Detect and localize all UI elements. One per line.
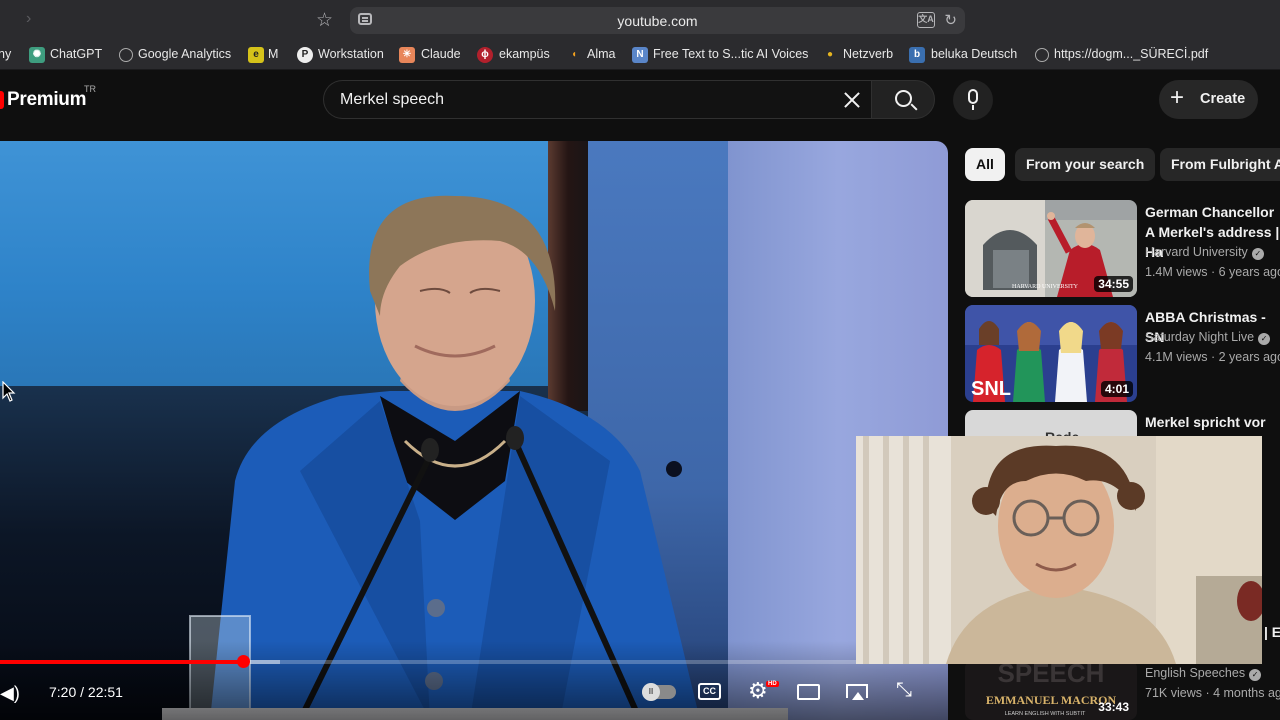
channel-name-text[interactable]: Harvard University [1145, 245, 1248, 259]
plus-icon: + [1170, 84, 1185, 111]
region-code: TR [84, 84, 96, 94]
bookmark-item[interactable]: Alma [587, 47, 615, 61]
bookmark-item[interactable]: Claude [421, 47, 461, 61]
airplay-icon[interactable] [846, 684, 868, 700]
search-input[interactable]: Merkel speech [323, 80, 871, 119]
workstation-icon: P [297, 47, 313, 63]
progress-played [0, 660, 244, 664]
microphone-icon [968, 89, 978, 104]
browser-toolbar: › ☆ youtube.com 文A ↻ [0, 0, 1280, 40]
bookmark-item[interactable]: ekampüs [499, 47, 550, 61]
controls-gradient [0, 641, 948, 720]
captions-icon[interactable]: CC [698, 683, 721, 700]
thumbnail-caption: HARVARD UNIVERSITY [1012, 284, 1079, 290]
video-duration: 34:55 [1094, 276, 1133, 292]
youtube-logo-icon[interactable] [0, 91, 4, 109]
voice-search-button[interactable] [953, 80, 993, 120]
webcam-feed [856, 436, 1262, 664]
channel-name[interactable]: Harvard University ✓ [1145, 245, 1264, 260]
chip-from-fulbright[interactable]: From Fulbright A [1160, 148, 1280, 181]
thumbnail-subcaption: LEARN ENGLISH WITH SUBTIT [1005, 711, 1086, 717]
search-query[interactable]: Merkel speech [340, 91, 444, 109]
bookmark-item[interactable]: https://dogm..._SÜRECİ.pdf [1054, 47, 1208, 61]
forward-icon[interactable]: › [26, 10, 31, 28]
bookmark-item[interactable]: Free Text to S...tic AI Voices [653, 47, 808, 61]
beluka-icon: b [909, 47, 925, 63]
video-thumbnail[interactable]: SPEECH EMMANUEL MACRON LEARN ENGLISH WIT… [965, 660, 1137, 720]
video-duration: 4:01 [1100, 381, 1133, 397]
alma-icon: ◖ [570, 49, 578, 60]
bookmark-item[interactable]: ChatGPT [50, 47, 102, 61]
channel-name[interactable]: English Speeches ✓ [1145, 666, 1262, 681]
channel-name-text[interactable]: Saturday Night Live [1145, 330, 1254, 344]
webcam-overlay [856, 436, 1262, 664]
channel-name-text[interactable]: English Speeches [1145, 666, 1245, 680]
channel-name[interactable]: Saturday Night Live ✓ [1145, 330, 1271, 345]
ekampus-icon: ϕ [477, 47, 493, 63]
microphone-stand [972, 105, 974, 110]
hd-badge: HD [766, 681, 779, 687]
verified-icon: ✓ [1258, 333, 1271, 345]
claude-icon: ✳ [399, 47, 415, 63]
thumbnail-bg-text: SPEECH [998, 660, 1105, 688]
video-meta: 4.1M views · 2 years ago [1145, 350, 1280, 364]
video-thumbnail[interactable]: HARVARD UNIVERSITY 34:55 [965, 200, 1137, 297]
related-video[interactable]: HARVARD UNIVERSITY 34:55 German Chancell… [965, 200, 1280, 297]
video-meta: 1.4M views · 6 years ago [1145, 265, 1280, 279]
bookmark-item[interactable]: M [268, 47, 278, 61]
globe-icon [119, 48, 133, 62]
netzverb-icon: ● [826, 49, 834, 60]
bookmark-item[interactable]: beluka Deutsch [931, 47, 1017, 61]
video-title[interactable]: | E [1264, 622, 1280, 642]
bookmark-item[interactable]: Google Analytics [138, 47, 231, 61]
verified-icon: ✓ [1249, 669, 1262, 681]
volume-icon[interactable]: ◀) [0, 683, 20, 704]
bookmark-item[interactable]: Netzverb [843, 47, 893, 61]
related-video[interactable]: SNL 4:01 ABBA Christmas - SN Saturday Ni… [965, 305, 1280, 402]
verified-icon: ✓ [1251, 248, 1264, 260]
search-icon [895, 90, 912, 107]
address-bar[interactable]: youtube.com 文A ↻ [350, 7, 965, 34]
youtube-logo-text[interactable]: Premium [7, 89, 87, 111]
chip-from-your-search[interactable]: From your search [1015, 148, 1156, 181]
search-button[interactable] [871, 80, 935, 119]
create-label: Create [1200, 91, 1246, 107]
thumbnail-caption: SNL [971, 378, 1011, 400]
globe-icon [1035, 48, 1049, 62]
m-icon: e [248, 47, 264, 63]
theater-mode-icon[interactable] [797, 684, 820, 700]
chip-all[interactable]: All [965, 148, 1005, 181]
translate-icon[interactable]: 文A [917, 12, 935, 28]
url-text[interactable]: youtube.com [350, 13, 965, 29]
video-duration: 33:43 [1098, 700, 1129, 714]
bookmarks-bar: ny ✺ ChatGPT Google Analytics e M P Work… [0, 40, 1280, 70]
fullscreen-icon[interactable]: ⤡ [896, 679, 922, 703]
chatgpt-icon: ✺ [29, 47, 45, 63]
pause-icon: II [642, 683, 660, 701]
clear-search-icon[interactable] [839, 87, 865, 113]
reload-icon[interactable]: ↻ [944, 11, 957, 29]
progress-bar[interactable] [0, 655, 948, 668]
speaker-figure [189, 195, 700, 720]
bookmark-star-icon[interactable]: ☆ [316, 9, 333, 32]
bookmark-item[interactable]: ny [0, 47, 11, 61]
create-button[interactable]: + Create [1159, 80, 1258, 119]
autoplay-toggle[interactable]: II [642, 683, 676, 701]
time-display: 7:20 / 22:51 [49, 684, 123, 700]
video-thumbnail[interactable]: SNL 4:01 [965, 305, 1137, 402]
mouse-cursor-icon [2, 381, 16, 402]
n-icon: N [632, 47, 648, 63]
video-meta: 71K views · 4 months ag [1145, 686, 1280, 700]
video-player[interactable]: ◀) 7:20 / 22:51 II CC ⚙ HD ⤡ [0, 141, 948, 720]
bookmark-item[interactable]: Workstation [318, 47, 384, 61]
